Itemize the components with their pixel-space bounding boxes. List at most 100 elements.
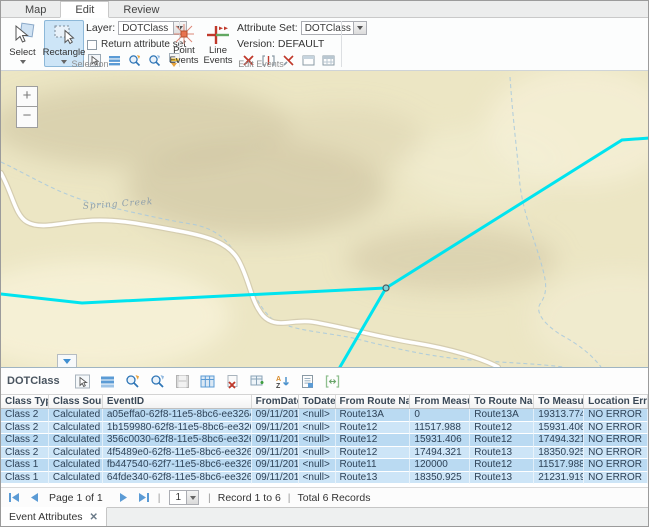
table-cell: 120000	[410, 459, 470, 472]
line-events-icon	[206, 23, 230, 45]
table-cell: Route13	[336, 472, 411, 485]
table-cell: 09/11/2015	[252, 472, 299, 485]
tab-edit[interactable]: Edit	[60, 1, 109, 18]
attribute-table-toolbar: DOTClass	[1, 368, 648, 394]
event-attributes-panel: DOTClass	[1, 367, 648, 526]
rectangle-tool-icon	[51, 21, 77, 47]
page-indicator: Page 1 of 1	[49, 492, 103, 504]
table-cell: Route13A	[470, 409, 534, 422]
add-record-icon[interactable]	[249, 373, 266, 390]
table-cell: 18350.925	[534, 447, 584, 460]
table-cell: Calculated	[49, 409, 103, 422]
table-cell: NO ERROR	[584, 447, 648, 460]
attribute-set-dropdown[interactable]: DOTClass	[301, 21, 367, 35]
return-attribute-set-checkbox[interactable]	[87, 40, 97, 50]
table-cell: 19313.774	[534, 409, 584, 422]
table-cell: 64fde340-62f8-11e5-8bc6-ee32641d5ec9	[103, 472, 252, 485]
table-row[interactable]: Class 1Calculatedfb447540-62f7-11e5-8bc6…	[1, 459, 648, 472]
table-row[interactable]: Class 2Calculated356c0030-62f8-11e5-8bc6…	[1, 434, 648, 447]
table-cell: NO ERROR	[584, 422, 648, 435]
column-header[interactable]: To Route Name	[470, 395, 534, 408]
attribute-set-label: Attribute Set:	[237, 22, 298, 34]
table-cell: Calculated	[49, 472, 103, 485]
table-cell: Calculated	[49, 447, 103, 460]
route-junction-vertex[interactable]	[383, 285, 389, 291]
table-cell: 09/11/2015	[252, 409, 299, 422]
table-cell: Route13	[470, 472, 534, 485]
last-page-button[interactable]	[137, 492, 151, 504]
zoom-out-button[interactable]: −	[16, 107, 38, 128]
page-select-button[interactable]	[186, 491, 198, 504]
column-header[interactable]: Location Error	[584, 395, 648, 408]
previous-page-button[interactable]	[27, 492, 41, 504]
switch-table-icon[interactable]	[199, 373, 216, 390]
table-row[interactable]: Class 1Calculated64fde340-62f8-11e5-8bc6…	[1, 472, 648, 485]
point-events-icon	[172, 23, 196, 45]
table-row[interactable]: Class 2Calculated1b159980-62f8-11e5-8bc6…	[1, 422, 648, 435]
table-cell: NO ERROR	[584, 434, 648, 447]
separator: |	[158, 492, 161, 504]
page-select[interactable]: 1	[169, 490, 199, 505]
table-cell: <null>	[299, 459, 336, 472]
table-row[interactable]: Class 2Calculateda05effa0-62f8-11e5-8bc6…	[1, 409, 648, 422]
column-header[interactable]: Class Source	[49, 395, 103, 408]
first-page-button[interactable]	[7, 492, 21, 504]
column-header[interactable]: To Measure	[534, 395, 584, 408]
column-header[interactable]: FromDate	[252, 395, 299, 408]
table-cell: Calculated	[49, 459, 103, 472]
table-cell: <null>	[299, 434, 336, 447]
table-cell: 11517.988	[410, 422, 470, 435]
table-cell: <null>	[299, 422, 336, 435]
chevron-down-icon	[63, 359, 71, 364]
table-cell: Route12	[336, 434, 411, 447]
group-separator	[341, 21, 342, 67]
layer-title: DOTClass	[7, 375, 60, 387]
next-page-button[interactable]	[117, 492, 131, 504]
attribute-set-dropdown-button[interactable]	[353, 22, 366, 34]
select-rows-icon[interactable]	[74, 373, 91, 390]
select-tool-icon	[10, 21, 36, 47]
event-editor-window: Map Edit Review Select Rectangle	[0, 0, 649, 527]
show-selected-records-icon[interactable]	[99, 373, 116, 390]
panel-collapse-button[interactable]	[57, 354, 77, 367]
basemap: Spring Creek	[1, 71, 649, 367]
table-cell: 09/11/2015	[252, 447, 299, 460]
column-header[interactable]: From Route Name	[336, 395, 411, 408]
tab-event-attributes[interactable]: Event Attributes ✕	[1, 507, 107, 526]
column-header[interactable]: EventID	[103, 395, 252, 408]
ribbon-tab-bar: Map Edit Review	[1, 1, 648, 18]
fit-columns-icon[interactable]	[324, 373, 341, 390]
tab-map[interactable]: Map	[11, 1, 60, 18]
zoom-in-button[interactable]: +	[16, 86, 38, 107]
table-cell: 09/11/2015	[252, 434, 299, 447]
table-cell: Route11	[336, 459, 411, 472]
table-cell: 15931.406	[534, 422, 584, 435]
table-cell: Route12	[470, 434, 534, 447]
chevron-down-icon	[190, 496, 196, 500]
table-cell: NO ERROR	[584, 472, 648, 485]
pan-to-selected-icon[interactable]	[149, 373, 166, 390]
table-cell: Class 2	[1, 447, 49, 460]
save-edits-icon[interactable]	[174, 373, 191, 390]
table-header-row: Class TypeClass SourceEventIDFromDateToD…	[1, 394, 648, 409]
table-cell: fb447540-62f7-11e5-8bc6-ee32641d5ec9	[103, 459, 252, 472]
report-icon[interactable]	[299, 373, 316, 390]
table-cell: <null>	[299, 472, 336, 485]
pagination-bar: Page 1 of 1 | 1 | Record 1 to 6 | Total …	[1, 487, 648, 507]
table-cell: 4f5489e0-62f8-11e5-8bc6-ee32641d5ec9	[103, 447, 252, 460]
column-header[interactable]: From Measure	[410, 395, 470, 408]
remove-record-icon[interactable]	[224, 373, 241, 390]
zoom-to-selected-icon[interactable]	[124, 373, 141, 390]
close-icon[interactable]: ✕	[90, 512, 98, 523]
table-cell: Route12	[336, 422, 411, 435]
table-cell: Route12	[336, 447, 411, 460]
map-canvas[interactable]: Spring Creek + −	[1, 71, 649, 367]
sort-icon[interactable]: AZ	[274, 373, 291, 390]
ribbon: Select Rectangle Layer: DOTClass Return …	[1, 18, 648, 71]
table-cell: Calculated	[49, 434, 103, 447]
column-header[interactable]: ToDate	[299, 395, 336, 408]
table-row[interactable]: Class 2Calculated4f5489e0-62f8-11e5-8bc6…	[1, 447, 648, 460]
tab-review[interactable]: Review	[109, 1, 173, 18]
table-cell: NO ERROR	[584, 409, 648, 422]
column-header[interactable]: Class Type	[1, 395, 49, 408]
